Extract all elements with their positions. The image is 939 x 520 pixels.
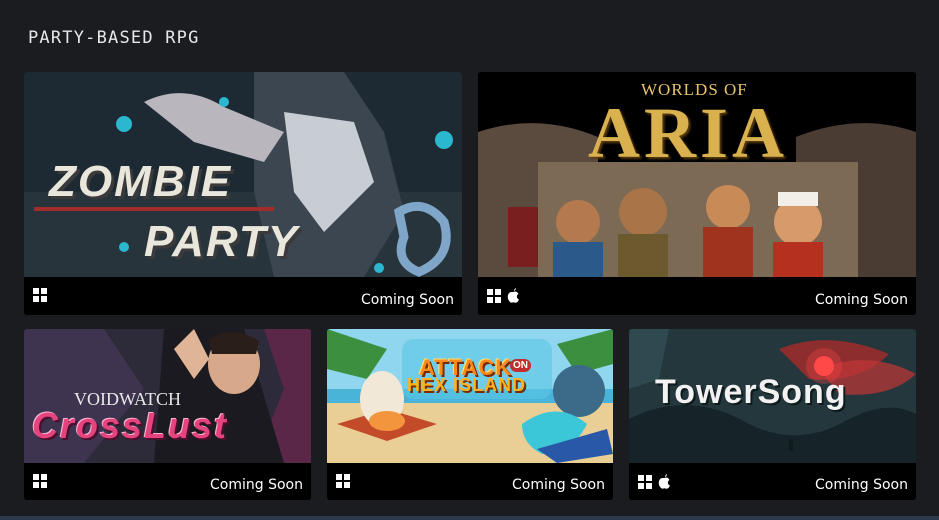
game-capsule-image[interactable]: WORLDS OF ARIA [478,72,916,277]
game-card-footer: Coming Soon [327,463,613,500]
game-card-towersong[interactable]: TowerSong Coming Soon [629,329,916,500]
windows-icon [33,288,47,302]
release-status: Coming Soon [512,477,605,493]
windows-icon [336,474,350,488]
windows-icon [33,474,47,488]
game-capsule-image[interactable]: VOIDWATCH CrossLust [24,329,311,463]
game-title-line2: PARTY [144,217,300,266]
apple-icon [658,474,671,489]
release-status: Coming Soon [815,292,908,308]
game-card-footer: Coming Soon [24,277,462,315]
game-title: TowerSong [655,373,847,411]
game-card-attack-on-hex-island[interactable]: ATTACK ON HEX ISLAND Coming Soon [327,329,613,500]
game-card-zombie-party[interactable]: ZOMBIE PARTY Coming Soon [24,72,462,315]
game-card-crosslust[interactable]: VOIDWATCH CrossLust Coming Soon [24,329,311,500]
game-title-line1: ZOMBIE [49,157,233,206]
game-title: CrossLust [32,405,229,446]
windows-icon [487,288,501,303]
windows-icon [638,474,652,489]
game-card-footer: Coming Soon [478,277,916,315]
game-title-line2: HEX ISLAND [407,375,527,395]
game-card-footer: Coming Soon [24,463,311,500]
game-title: ARIA [588,93,789,173]
bottom-divider [0,516,939,520]
game-card-footer: Coming Soon [629,463,916,500]
apple-icon [507,288,520,303]
game-capsule-image[interactable]: ZOMBIE PARTY [24,72,462,277]
release-status: Coming Soon [361,292,454,308]
game-card-worlds-of-aria[interactable]: WORLDS OF ARIA Coming Soon [478,72,916,315]
section-title: PARTY-BASED RPG [28,28,200,48]
game-capsule-image[interactable]: TowerSong [629,329,916,463]
release-status: Coming Soon [210,477,303,493]
game-title-badge: ON [510,359,531,372]
game-capsule-image[interactable]: ATTACK ON HEX ISLAND [327,329,613,463]
release-status: Coming Soon [815,477,908,493]
